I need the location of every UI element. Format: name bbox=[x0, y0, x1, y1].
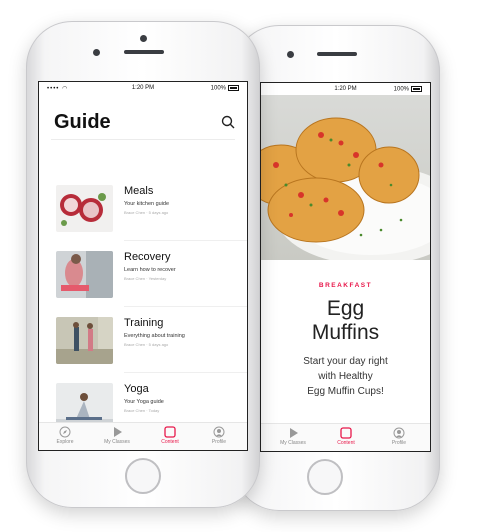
recipe-desc-line2: with Healthy bbox=[318, 371, 373, 382]
play-icon bbox=[290, 428, 298, 438]
item-subtitle: Everything about training bbox=[124, 333, 185, 339]
earpiece-speaker bbox=[317, 52, 357, 56]
item-meta: Brace Chen · 5 days ago bbox=[124, 210, 169, 215]
battery-icon bbox=[411, 86, 422, 92]
play-icon bbox=[114, 427, 122, 437]
item-meta: Brace Chen · Yesterday bbox=[124, 276, 167, 281]
item-meta: Brace Chen · Today bbox=[124, 408, 160, 413]
profile-icon bbox=[213, 426, 225, 438]
front-phone: •••• ◠ 1:20 PM 100% Guide Meals Your kit… bbox=[26, 21, 260, 508]
status-battery: 100% bbox=[394, 86, 422, 93]
recipe-hero-image bbox=[261, 95, 430, 260]
item-meta: Brace Chen · 5 days ago bbox=[124, 342, 169, 347]
recipe-title-line2: Muffins bbox=[311, 321, 380, 344]
list-item-meals[interactable]: Meals Your kitchen guide Brace Chen · 5 … bbox=[39, 175, 247, 241]
sensor bbox=[93, 49, 100, 56]
tab-explore[interactable]: Explore bbox=[45, 426, 85, 445]
tab-label: Explore bbox=[56, 439, 74, 445]
tab-my-classes[interactable]: My Classes bbox=[273, 427, 313, 446]
battery-text: 100% bbox=[393, 86, 409, 93]
search-icon[interactable] bbox=[221, 115, 235, 129]
front-camera bbox=[140, 35, 147, 42]
earpiece-speaker bbox=[124, 50, 164, 54]
header-divider bbox=[51, 139, 235, 140]
recipe-title: Egg Muffins bbox=[261, 297, 430, 345]
content-icon bbox=[164, 426, 176, 438]
recovery-thumbnail bbox=[56, 251, 113, 298]
item-title: Training bbox=[124, 317, 164, 329]
guide-screen: •••• ◠ 1:20 PM 100% Guide Meals Your kit… bbox=[38, 81, 248, 451]
tab-my-classes[interactable]: My Classes bbox=[97, 426, 137, 445]
tab-label: My Classes bbox=[280, 440, 306, 446]
tab-content[interactable]: Content bbox=[326, 427, 366, 446]
back-phone: 1:20 PM 100% BREAKFAST Egg Muffins Start… bbox=[233, 25, 440, 511]
list-item-recovery[interactable]: Recovery Learn how to recover Brace Chen… bbox=[39, 241, 247, 307]
recipe-description: Start your day right with Healthy Egg Mu… bbox=[261, 354, 430, 399]
tab-label: Profile bbox=[211, 439, 227, 445]
tab-label: Content bbox=[161, 439, 179, 445]
tab-content[interactable]: Content bbox=[150, 426, 190, 445]
training-thumbnail bbox=[56, 317, 113, 364]
status-battery: 100% bbox=[211, 85, 239, 92]
status-bar: 1:20 PM 100% bbox=[261, 83, 430, 95]
tab-bar: Explore My Classes Content Profile bbox=[39, 422, 247, 450]
tab-label: My Classes bbox=[104, 439, 130, 445]
item-subtitle: Your kitchen guide bbox=[124, 201, 170, 207]
recipe-desc-line3: Egg Muffin Cups! bbox=[307, 386, 384, 397]
recipe-screen: 1:20 PM 100% BREAKFAST Egg Muffins Start… bbox=[260, 82, 431, 452]
battery-text: 100% bbox=[210, 85, 226, 92]
recipe-title-line1: Egg bbox=[326, 297, 365, 320]
recipe-category: BREAKFAST bbox=[318, 282, 373, 289]
page-title: Guide bbox=[54, 111, 111, 133]
meals-thumbnail bbox=[56, 185, 113, 232]
content-icon bbox=[340, 427, 352, 439]
tab-bar: My Classes Content Profile bbox=[261, 423, 430, 451]
profile-icon bbox=[393, 427, 405, 439]
home-button[interactable] bbox=[307, 459, 343, 495]
recipe-desc-line1: Start your day right bbox=[303, 356, 388, 367]
tab-profile[interactable]: Profile bbox=[379, 427, 419, 446]
item-subtitle: Your Yoga guide bbox=[124, 399, 164, 405]
battery-icon bbox=[228, 85, 239, 91]
home-button[interactable] bbox=[125, 458, 161, 494]
status-bar: •••• ◠ 1:20 PM 100% bbox=[39, 82, 247, 94]
front-camera bbox=[287, 51, 294, 58]
tab-profile[interactable]: Profile bbox=[199, 426, 239, 445]
compass-icon bbox=[59, 426, 71, 438]
tab-label: Content bbox=[337, 440, 355, 446]
item-title: Meals bbox=[124, 185, 154, 197]
tab-label: Profile bbox=[391, 440, 407, 446]
item-title: Yoga bbox=[124, 383, 149, 395]
item-title: Recovery bbox=[124, 251, 171, 263]
list-item-training[interactable]: Training Everything about training Brace… bbox=[39, 307, 247, 373]
item-subtitle: Learn how to recover bbox=[124, 267, 176, 273]
